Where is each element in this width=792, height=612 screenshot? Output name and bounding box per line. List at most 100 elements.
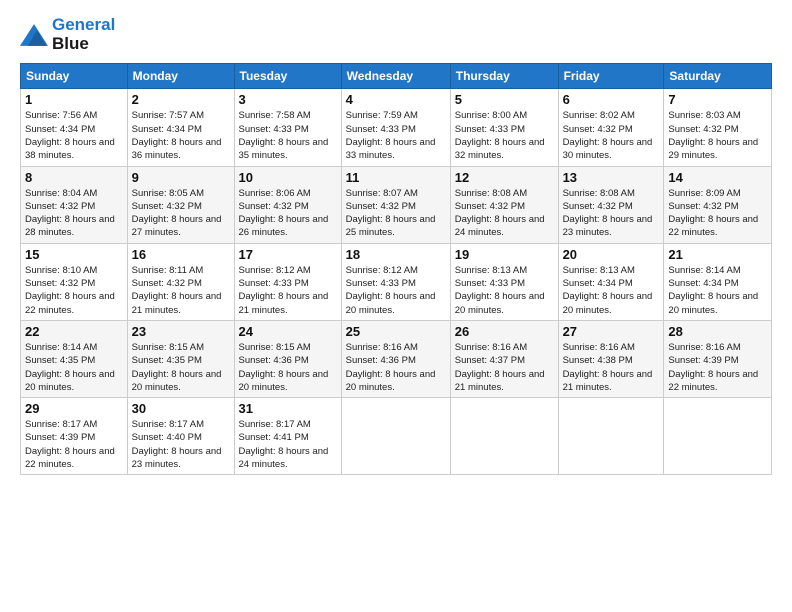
sunrise-label: Sunrise: 8:16 AM: [563, 342, 635, 353]
day-cell: 1 Sunrise: 7:56 AM Sunset: 4:34 PM Dayli…: [21, 89, 128, 166]
day-cell: 23 Sunrise: 8:15 AM Sunset: 4:35 PM Dayl…: [127, 320, 234, 397]
day-number: 23: [132, 324, 230, 339]
header-thursday: Thursday: [450, 64, 558, 89]
week-row-4: 22 Sunrise: 8:14 AM Sunset: 4:35 PM Dayl…: [21, 320, 772, 397]
day-info: Sunrise: 8:16 AM Sunset: 4:37 PM Dayligh…: [455, 341, 554, 394]
day-number: 15: [25, 247, 123, 262]
day-number: 29: [25, 401, 123, 416]
day-number: 2: [132, 92, 230, 107]
sunrise-label: Sunrise: 8:00 AM: [455, 110, 527, 121]
day-info: Sunrise: 8:06 AM Sunset: 4:32 PM Dayligh…: [239, 187, 337, 240]
day-cell: 29 Sunrise: 8:17 AM Sunset: 4:39 PM Dayl…: [21, 398, 128, 475]
day-cell: 26 Sunrise: 8:16 AM Sunset: 4:37 PM Dayl…: [450, 320, 558, 397]
sunset-label: Sunset: 4:39 PM: [25, 432, 95, 443]
sunset-label: Sunset: 4:33 PM: [239, 278, 309, 289]
sunrise-label: Sunrise: 8:11 AM: [132, 265, 204, 276]
day-cell: 3 Sunrise: 7:58 AM Sunset: 4:33 PM Dayli…: [234, 89, 341, 166]
sunset-label: Sunset: 4:32 PM: [132, 278, 202, 289]
sunrise-label: Sunrise: 8:08 AM: [563, 188, 635, 199]
day-cell: 30 Sunrise: 8:17 AM Sunset: 4:40 PM Dayl…: [127, 398, 234, 475]
day-number: 28: [668, 324, 767, 339]
daylight-label: Daylight: 8 hours and 22 minutes.: [25, 291, 115, 315]
sunrise-label: Sunrise: 8:06 AM: [239, 188, 311, 199]
sunset-label: Sunset: 4:33 PM: [346, 278, 416, 289]
header-sunday: Sunday: [21, 64, 128, 89]
day-info: Sunrise: 8:09 AM Sunset: 4:32 PM Dayligh…: [668, 187, 767, 240]
day-number: 12: [455, 170, 554, 185]
sunrise-label: Sunrise: 8:07 AM: [346, 188, 418, 199]
day-cell: 24 Sunrise: 8:15 AM Sunset: 4:36 PM Dayl…: [234, 320, 341, 397]
day-cell: 28 Sunrise: 8:16 AM Sunset: 4:39 PM Dayl…: [664, 320, 772, 397]
daylight-label: Daylight: 8 hours and 20 minutes.: [346, 291, 436, 315]
day-info: Sunrise: 8:14 AM Sunset: 4:34 PM Dayligh…: [668, 264, 767, 317]
day-number: 1: [25, 92, 123, 107]
sunset-label: Sunset: 4:39 PM: [668, 355, 738, 366]
daylight-label: Daylight: 8 hours and 22 minutes.: [668, 369, 758, 393]
sunset-label: Sunset: 4:40 PM: [132, 432, 202, 443]
daylight-label: Daylight: 8 hours and 33 minutes.: [346, 137, 436, 161]
daylight-label: Daylight: 8 hours and 32 minutes.: [455, 137, 545, 161]
sunset-label: Sunset: 4:41 PM: [239, 432, 309, 443]
sunset-label: Sunset: 4:32 PM: [239, 201, 309, 212]
day-info: Sunrise: 8:03 AM Sunset: 4:32 PM Dayligh…: [668, 109, 767, 162]
day-number: 31: [239, 401, 337, 416]
day-cell: 2 Sunrise: 7:57 AM Sunset: 4:34 PM Dayli…: [127, 89, 234, 166]
daylight-label: Daylight: 8 hours and 25 minutes.: [346, 214, 436, 238]
day-info: Sunrise: 8:16 AM Sunset: 4:36 PM Dayligh…: [346, 341, 446, 394]
daylight-label: Daylight: 8 hours and 28 minutes.: [25, 214, 115, 238]
sunset-label: Sunset: 4:33 PM: [346, 124, 416, 135]
day-info: Sunrise: 8:02 AM Sunset: 4:32 PM Dayligh…: [563, 109, 660, 162]
day-number: 17: [239, 247, 337, 262]
day-number: 7: [668, 92, 767, 107]
day-number: 11: [346, 170, 446, 185]
page: General Blue Sunday Monday Tuesday Wedne…: [0, 0, 792, 485]
sunset-label: Sunset: 4:32 PM: [455, 201, 525, 212]
day-cell: 17 Sunrise: 8:12 AM Sunset: 4:33 PM Dayl…: [234, 243, 341, 320]
day-number: 18: [346, 247, 446, 262]
sunrise-label: Sunrise: 8:14 AM: [25, 342, 97, 353]
day-cell: 18 Sunrise: 8:12 AM Sunset: 4:33 PM Dayl…: [341, 243, 450, 320]
week-row-3: 15 Sunrise: 8:10 AM Sunset: 4:32 PM Dayl…: [21, 243, 772, 320]
sunset-label: Sunset: 4:36 PM: [239, 355, 309, 366]
day-info: Sunrise: 8:08 AM Sunset: 4:32 PM Dayligh…: [563, 187, 660, 240]
day-cell: 9 Sunrise: 8:05 AM Sunset: 4:32 PM Dayli…: [127, 166, 234, 243]
daylight-label: Daylight: 8 hours and 38 minutes.: [25, 137, 115, 161]
day-info: Sunrise: 8:13 AM Sunset: 4:33 PM Dayligh…: [455, 264, 554, 317]
day-cell: 31 Sunrise: 8:17 AM Sunset: 4:41 PM Dayl…: [234, 398, 341, 475]
daylight-label: Daylight: 8 hours and 20 minutes.: [346, 369, 436, 393]
day-number: 30: [132, 401, 230, 416]
sunrise-label: Sunrise: 8:17 AM: [25, 419, 97, 430]
day-info: Sunrise: 8:05 AM Sunset: 4:32 PM Dayligh…: [132, 187, 230, 240]
sunrise-label: Sunrise: 8:04 AM: [25, 188, 97, 199]
day-number: 9: [132, 170, 230, 185]
day-cell: 6 Sunrise: 8:02 AM Sunset: 4:32 PM Dayli…: [558, 89, 664, 166]
sunrise-label: Sunrise: 8:17 AM: [239, 419, 311, 430]
daylight-label: Daylight: 8 hours and 21 minutes.: [563, 369, 653, 393]
sunset-label: Sunset: 4:35 PM: [132, 355, 202, 366]
sunset-label: Sunset: 4:32 PM: [563, 201, 633, 212]
sunrise-label: Sunrise: 7:58 AM: [239, 110, 311, 121]
sunrise-label: Sunrise: 7:59 AM: [346, 110, 418, 121]
sunset-label: Sunset: 4:34 PM: [132, 124, 202, 135]
daylight-label: Daylight: 8 hours and 20 minutes.: [455, 291, 545, 315]
day-info: Sunrise: 8:15 AM Sunset: 4:35 PM Dayligh…: [132, 341, 230, 394]
sunrise-label: Sunrise: 8:03 AM: [668, 110, 740, 121]
day-cell: 22 Sunrise: 8:14 AM Sunset: 4:35 PM Dayl…: [21, 320, 128, 397]
day-number: 27: [563, 324, 660, 339]
sunset-label: Sunset: 4:32 PM: [25, 201, 95, 212]
day-info: Sunrise: 8:16 AM Sunset: 4:39 PM Dayligh…: [668, 341, 767, 394]
day-number: 4: [346, 92, 446, 107]
day-number: 21: [668, 247, 767, 262]
day-info: Sunrise: 8:00 AM Sunset: 4:33 PM Dayligh…: [455, 109, 554, 162]
day-info: Sunrise: 7:56 AM Sunset: 4:34 PM Dayligh…: [25, 109, 123, 162]
day-number: 5: [455, 92, 554, 107]
sunset-label: Sunset: 4:33 PM: [455, 278, 525, 289]
sunrise-label: Sunrise: 8:17 AM: [132, 419, 204, 430]
day-cell: 8 Sunrise: 8:04 AM Sunset: 4:32 PM Dayli…: [21, 166, 128, 243]
day-cell: 11 Sunrise: 8:07 AM Sunset: 4:32 PM Dayl…: [341, 166, 450, 243]
sunset-label: Sunset: 4:34 PM: [668, 278, 738, 289]
sunrise-label: Sunrise: 8:10 AM: [25, 265, 97, 276]
day-number: 25: [346, 324, 446, 339]
daylight-label: Daylight: 8 hours and 24 minutes.: [455, 214, 545, 238]
day-info: Sunrise: 8:07 AM Sunset: 4:32 PM Dayligh…: [346, 187, 446, 240]
